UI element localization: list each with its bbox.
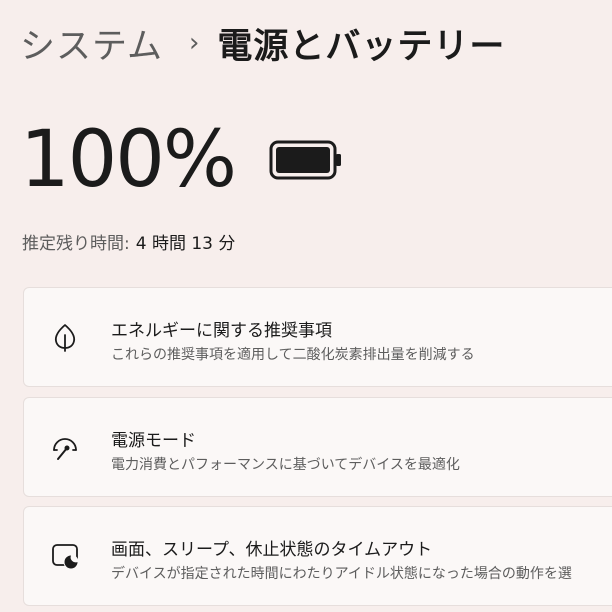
chevron-right-icon: › [188, 28, 200, 58]
page-title: 電源とバッテリー [217, 26, 506, 67]
estimated-time-remaining: 推定残り時間: 4 時間 13 分 [22, 229, 235, 254]
breadcrumb-system-link[interactable]: システム [20, 18, 163, 69]
power-mode-card[interactable]: 電源モード 電力消費とパフォーマンスに基づいてデバイスを最適化 [23, 397, 612, 497]
card-description: これらの推奨事項を適用して二酸化炭素排出量を削減する [111, 347, 475, 363]
card-description: 電力消費とパフォーマンスに基づいてデバイスを最適化 [111, 457, 460, 473]
speedometer-icon [53, 438, 77, 460]
battery-status: 100% [20, 112, 343, 208]
remaining-value: 4 時間 13 分 [135, 234, 236, 254]
card-title: 画面、スリープ、休止状態のタイムアウト [111, 540, 433, 560]
screen-sleep-timeout-card[interactable]: 画面、スリープ、休止状態のタイムアウト デバイスが指定された時間にわたりアイドル… [23, 506, 612, 606]
energy-recommendations-card[interactable]: エネルギーに関する推奨事項 これらの推奨事項を適用して二酸化炭素排出量を削減する [23, 287, 612, 387]
remaining-label: 推定残り時間: [22, 234, 130, 254]
leaf-icon [54, 324, 76, 352]
card-title: エネルギーに関する推奨事項 [111, 321, 332, 341]
battery-icon [269, 140, 341, 180]
breadcrumb: システム › 電源とバッテリー [20, 18, 505, 68]
sleep-screen-icon [52, 544, 79, 570]
card-description: デバイスが指定された時間にわたりアイドル状態になった場合の動作を選 [111, 566, 572, 582]
card-title: 電源モード [111, 431, 196, 451]
battery-percent: 100% [20, 115, 237, 205]
